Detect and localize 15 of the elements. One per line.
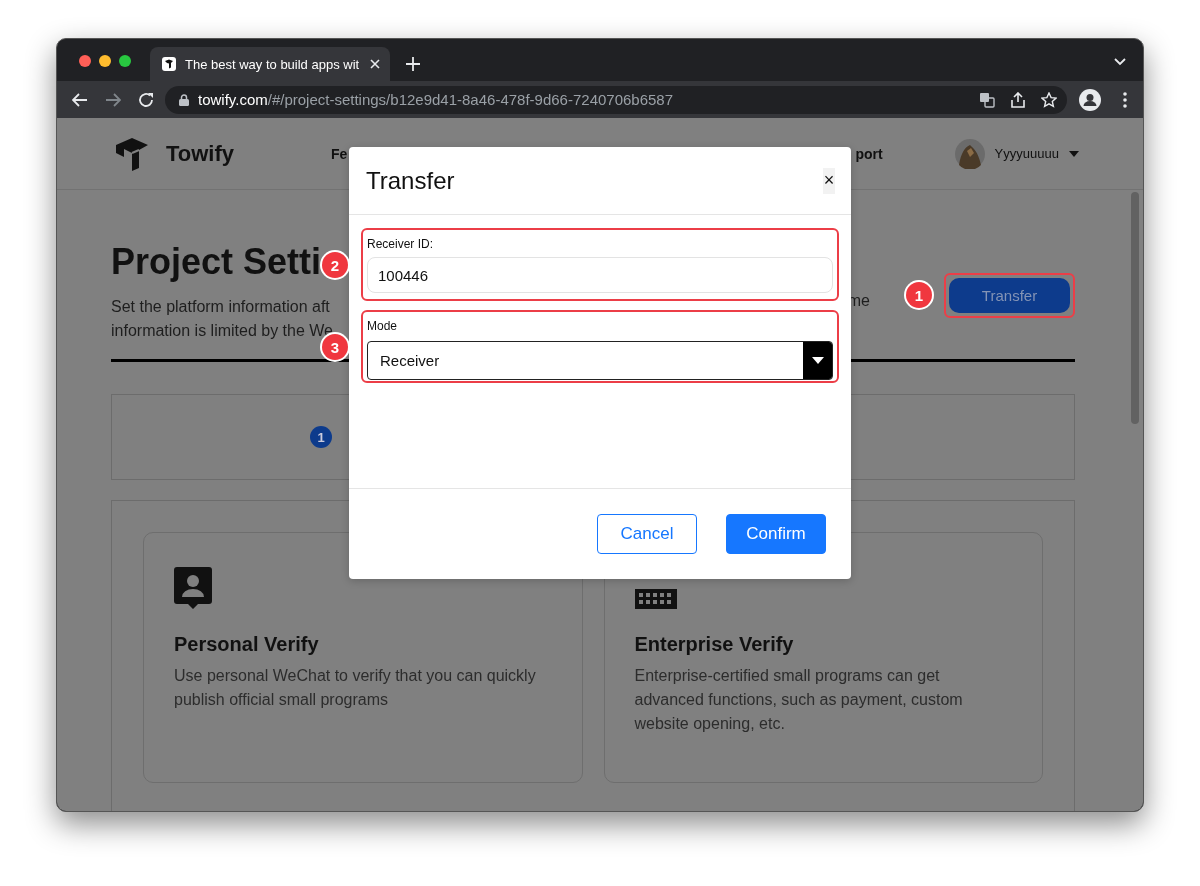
url-text: towify.com/#/project-settings/b12e9d41-8a46-478f-9d66-7240706b6587	[198, 91, 674, 108]
tab-title: The best way to build apps wit	[185, 56, 361, 72]
description-text: Set the platform information aft	[111, 297, 331, 317]
callout-badge: 3	[322, 334, 348, 360]
callout-badge: 1	[906, 282, 932, 308]
card-title: Personal Verify	[174, 633, 320, 656]
field-label: Receiver ID:	[367, 237, 435, 251]
dialog-title: Transfer	[366, 166, 456, 195]
page-title: Project Setti	[111, 240, 323, 284]
callout-badge: 2	[322, 252, 348, 278]
card-description: Enterprise-certified small programs can get advanced functions, such as payment, custom website opening, etc.	[634, 666, 964, 734]
field-label: Mode	[367, 319, 399, 333]
card-description: Use personal WeChat to verify that you can quickly publish official small programs	[174, 666, 537, 710]
card-title: Enterprise Verify	[634, 633, 795, 656]
step-number: 1	[310, 426, 332, 448]
